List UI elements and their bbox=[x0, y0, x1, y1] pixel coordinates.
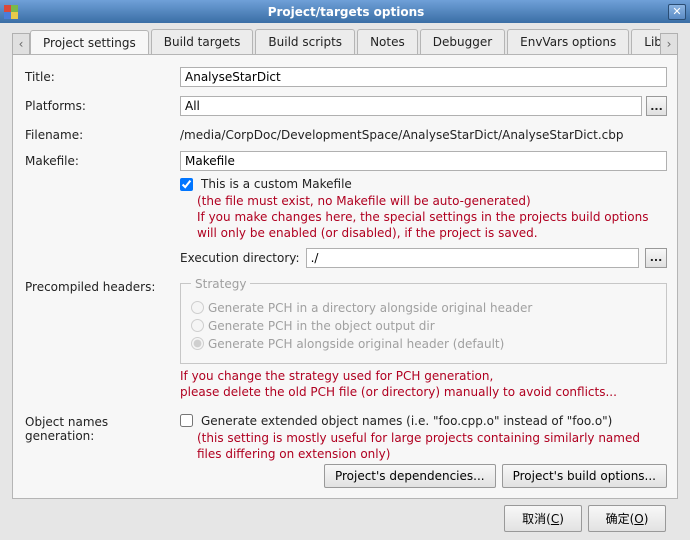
tab-bar: ‹ Project settings Build targets Build s… bbox=[12, 27, 678, 55]
platforms-input[interactable] bbox=[180, 96, 642, 116]
exec-dir-browse-button[interactable]: ... bbox=[645, 248, 667, 268]
ok-button[interactable]: 确定(O) bbox=[588, 505, 666, 532]
tab-libraries[interactable]: Libraries bbox=[631, 29, 660, 54]
platforms-browse-button[interactable]: ... bbox=[646, 96, 667, 116]
extended-obj-names-checkbox[interactable] bbox=[180, 414, 193, 427]
exec-dir-input[interactable] bbox=[306, 248, 639, 268]
tab-project-settings[interactable]: Project settings bbox=[30, 30, 149, 54]
title-bar: Project/targets options ✕ bbox=[0, 0, 690, 23]
close-button[interactable]: ✕ bbox=[668, 4, 686, 20]
close-icon: ✕ bbox=[672, 5, 681, 18]
pch-radio-dir-alongside bbox=[191, 301, 204, 314]
ok-button-key: O bbox=[634, 512, 643, 526]
custom-makefile-label: This is a custom Makefile bbox=[201, 177, 352, 191]
pch-radio-label-1: Generate PCH in the object output dir bbox=[208, 319, 435, 333]
custom-makefile-checkbox[interactable] bbox=[180, 178, 193, 191]
pch-label: Precompiled headers: bbox=[25, 277, 180, 294]
pch-radio-output-dir bbox=[191, 319, 204, 332]
cancel-button[interactable]: 取消(C) bbox=[504, 505, 582, 532]
pch-radio-label-2: Generate PCH alongside original header (… bbox=[208, 337, 504, 351]
window-title: Project/targets options bbox=[24, 5, 668, 19]
obj-names-label: Object names generation: bbox=[25, 412, 180, 443]
tab-scroll-right[interactable]: › bbox=[660, 33, 678, 55]
cancel-button-text: 取消 bbox=[522, 512, 546, 526]
makefile-input[interactable] bbox=[180, 151, 667, 171]
pch-hint: If you change the strategy used for PCH … bbox=[180, 368, 667, 400]
project-settings-panel: Title: Platforms: ... Filename: /media/C… bbox=[12, 55, 678, 499]
project-build-options-button[interactable]: Project's build options... bbox=[502, 464, 667, 488]
custom-makefile-hint: (the file must exist, no Makefile will b… bbox=[197, 193, 667, 242]
tab-scroll-left[interactable]: ‹ bbox=[12, 33, 30, 55]
pch-strategy-fieldset: Strategy Generate PCH in a directory alo… bbox=[180, 277, 667, 364]
app-icon bbox=[4, 5, 18, 19]
pch-radio-label-0: Generate PCH in a directory alongside or… bbox=[208, 301, 532, 315]
filename-value: /media/CorpDoc/DevelopmentSpace/AnalyseS… bbox=[180, 125, 667, 142]
cancel-button-key: C bbox=[551, 512, 559, 526]
ok-button-text: 确定 bbox=[606, 512, 630, 526]
tab-build-scripts[interactable]: Build scripts bbox=[255, 29, 355, 54]
project-dependencies-button[interactable]: Project's dependencies... bbox=[324, 464, 496, 488]
tab-notes[interactable]: Notes bbox=[357, 29, 418, 54]
title-input[interactable] bbox=[180, 67, 667, 87]
obj-names-hint: (this setting is mostly useful for large… bbox=[197, 430, 667, 462]
tab-build-targets[interactable]: Build targets bbox=[151, 29, 254, 54]
tab-envvars-options[interactable]: EnvVars options bbox=[507, 29, 629, 54]
extended-obj-names-label: Generate extended object names (i.e. "fo… bbox=[201, 414, 612, 428]
pch-strategy-legend: Strategy bbox=[191, 277, 250, 291]
makefile-label: Makefile: bbox=[25, 151, 180, 168]
tab-debugger[interactable]: Debugger bbox=[420, 29, 505, 54]
title-label: Title: bbox=[25, 67, 180, 84]
exec-dir-label: Execution directory: bbox=[180, 251, 300, 265]
filename-label: Filename: bbox=[25, 125, 180, 142]
platforms-label: Platforms: bbox=[25, 96, 180, 113]
pch-radio-alongside-default bbox=[191, 337, 204, 350]
